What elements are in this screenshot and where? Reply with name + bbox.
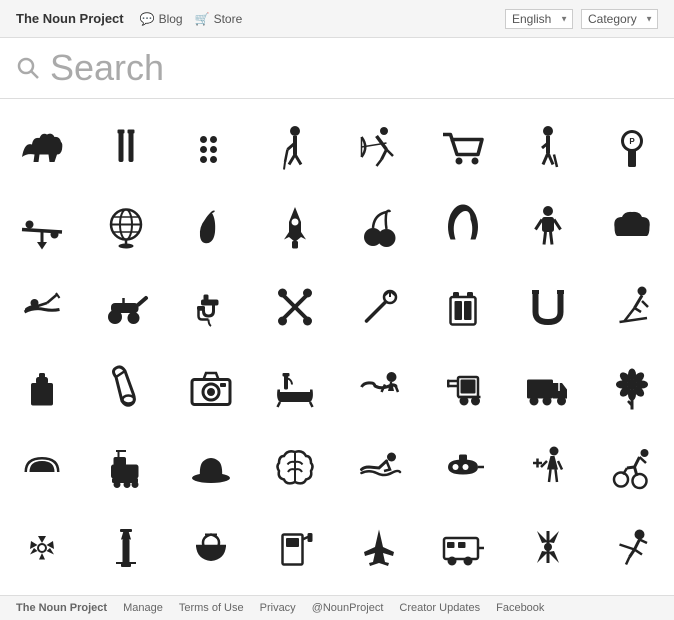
icon-medical-person[interactable] [506,427,590,507]
svg-text:P: P [629,137,635,146]
icon-bottles[interactable] [84,107,168,187]
icon-dots-grid[interactable] [169,107,253,187]
icon-badminton[interactable] [337,267,421,347]
icon-basket[interactable] [169,507,253,587]
icon-globe[interactable] [84,187,168,267]
icon-bread[interactable] [590,187,674,267]
site-logo[interactable]: The Noun Project [16,11,124,26]
icon-massage[interactable] [337,347,421,427]
icon-roller-skate[interactable] [84,427,168,507]
icon-radiation[interactable] [0,507,84,587]
footer-link-updates[interactable]: Creator Updates [399,602,480,614]
icon-magnet[interactable] [506,267,590,347]
icon-horseshoe[interactable] [421,187,505,267]
header-right: English Category [505,9,658,29]
icon-archery[interactable] [337,107,421,187]
icon-locker[interactable] [421,267,505,347]
category-select[interactable]: Category [581,9,658,29]
icon-airplane[interactable] [337,507,421,587]
icon-lighthouse[interactable] [84,507,168,587]
chat-icon: 💬 [140,12,155,26]
icon-gas-pump[interactable] [253,507,337,587]
icon-rowing[interactable] [0,267,84,347]
icon-safety-pin[interactable] [84,347,168,427]
blog-link[interactable]: 💬 Blog [140,12,183,26]
icon-pepper[interactable] [169,187,253,267]
icons-grid: P [0,99,674,595]
icon-seesaw[interactable] [0,187,84,267]
icon-volleyball[interactable] [590,507,674,587]
icon-windmill[interactable] [506,507,590,587]
icon-caravan[interactable] [421,507,505,587]
icon-scissors-cross[interactable] [253,267,337,347]
icon-camel[interactable] [0,107,84,187]
footer-link-manage[interactable]: Manage [123,602,163,614]
icon-skier[interactable] [590,267,674,347]
icon-watermelon[interactable] [0,427,84,507]
icon-blind-person[interactable] [253,107,337,187]
icon-camera[interactable] [169,347,253,427]
icon-cannon[interactable] [84,267,168,347]
search-icon [16,56,40,80]
icon-bathtub[interactable] [253,347,337,427]
footer-link-terms[interactable]: Terms of Use [179,602,244,614]
header-nav: 💬 Blog 🛒 Store [140,12,505,26]
icon-cyclist[interactable] [590,427,674,507]
search-placeholder: Search [50,50,164,86]
icon-body-figure[interactable] [506,187,590,267]
icon-rocket[interactable] [253,187,337,267]
icon-submarine[interactable] [421,427,505,507]
footer-link-privacy[interactable]: Privacy [260,602,296,614]
footer: The Noun Project Manage Terms of Use Pri… [0,595,674,620]
icon-weight[interactable] [0,347,84,427]
search-bar[interactable]: Search [0,38,674,99]
icon-elderly[interactable] [506,107,590,187]
icon-swimmer[interactable] [337,427,421,507]
header: The Noun Project 💬 Blog 🛒 Store English … [0,0,674,38]
icon-forklift[interactable] [421,347,505,427]
footer-logo[interactable]: The Noun Project [16,602,107,614]
icon-brain[interactable] [253,427,337,507]
icon-hat[interactable] [169,427,253,507]
cart-icon: 🛒 [195,12,210,26]
icon-flower[interactable] [590,347,674,427]
icon-parking-meter[interactable]: P [590,107,674,187]
icon-faucet[interactable] [169,267,253,347]
store-link[interactable]: 🛒 Store [195,12,243,26]
language-select[interactable]: English [505,9,573,29]
footer-link-facebook[interactable]: Facebook [496,602,544,614]
icon-cherries[interactable] [337,187,421,267]
icon-truck[interactable] [506,347,590,427]
icon-shopping-cart[interactable] [421,107,505,187]
footer-link-twitter[interactable]: @NounProject [312,602,384,614]
